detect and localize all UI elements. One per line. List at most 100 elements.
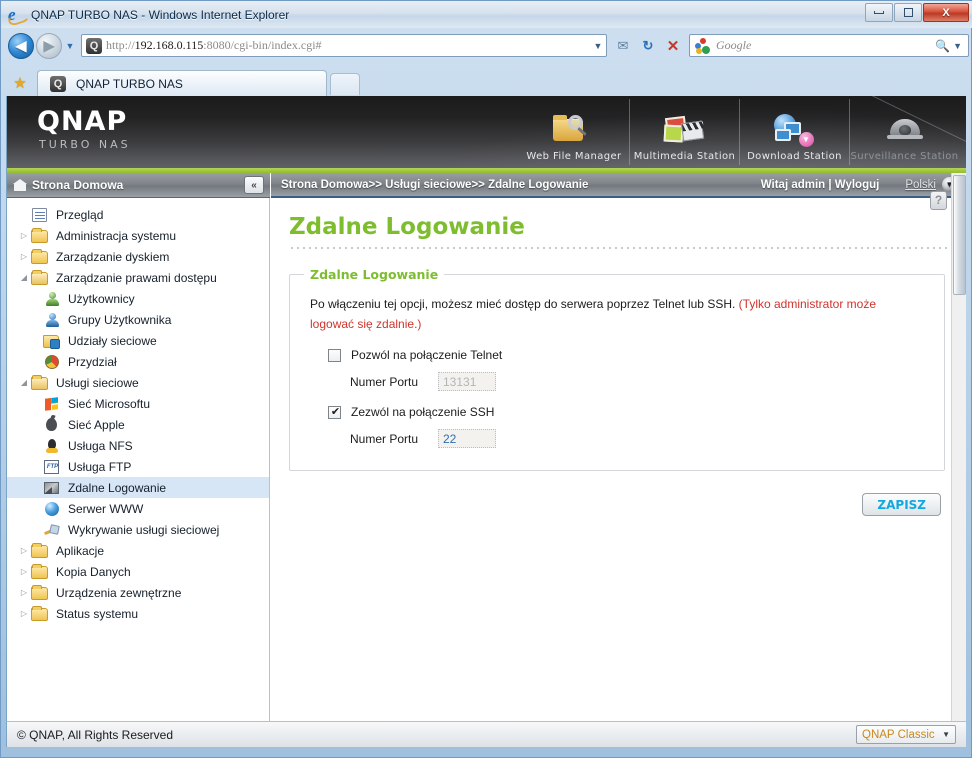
sidebar-item-udzialy-sieciowe[interactable]: Udziały sieciowe [7, 330, 269, 351]
chevron-right-icon[interactable]: ▷ [17, 231, 31, 240]
history-dropdown-button[interactable]: ▼ [62, 33, 78, 59]
ssh-checkbox[interactable] [328, 405, 342, 419]
sidebar-item-zarzadzanie-dyskiem[interactable]: ▷ Zarządzanie dyskiem [7, 246, 269, 267]
sidebar-item-status-systemu[interactable]: ▷ Status systemu [7, 603, 269, 624]
app-surveillance-station[interactable]: Surveillance Station [849, 99, 959, 165]
breadcrumb[interactable]: Strona Domowa>> Usługi sieciowe>> Zdalne… [281, 179, 761, 191]
tab-strip: ★ QNAP TURBO NAS [1, 63, 972, 96]
ssh-port-label: Numer Portu [350, 431, 419, 446]
sidebar-item-urzadzenia-zewnetrzne[interactable]: ▷ Urządzenia zewnętrzne [7, 582, 269, 603]
sidebar-item-zarzadzanie-prawami-dostepu[interactable]: ◢ Zarządzanie prawami dostępu [7, 267, 269, 288]
chevron-right-icon[interactable]: ▷ [17, 609, 31, 618]
sidebar-item-uslugi-sieciowe[interactable]: ◢ Usługi sieciowe [7, 372, 269, 393]
sidebar-header-label: Strona Domowa [32, 178, 124, 192]
surveillance-station-icon [882, 109, 928, 149]
help-button[interactable]: ? [930, 191, 947, 210]
telnet-checkbox-row[interactable]: Pozwól na połączenie Telnet [328, 348, 930, 362]
download-station-icon [772, 109, 818, 149]
ftp-icon [43, 459, 63, 475]
sidebar-item-aplikacje[interactable]: ▷ Aplikacje [7, 540, 269, 561]
window-title: QNAP TURBO NAS - Windows Internet Explor… [31, 7, 290, 22]
favorites-star-icon[interactable]: ★ [5, 70, 35, 95]
folder-icon [31, 248, 51, 265]
telnet-port-input[interactable]: 13131 [438, 372, 496, 391]
sidebar-item-kopia-danych[interactable]: ▷ Kopia Danych [7, 561, 269, 582]
sidebar-item-przeglad[interactable]: Przegląd [7, 204, 269, 225]
sidebar-item-label: Przydział [68, 354, 117, 369]
minimize-button[interactable] [865, 3, 893, 22]
qnap-banner: QNAP TURBO NAS Web File Manager Multimed… [7, 96, 966, 168]
app-multimedia-station[interactable]: Multimedia Station [629, 99, 739, 165]
ssh-checkbox-label: Zezwól na połączenie SSH [351, 405, 495, 419]
chevron-right-icon[interactable]: ▷ [17, 567, 31, 576]
sidebar-item-grupy-uzytkownika[interactable]: Grupy Użytkownika [7, 309, 269, 330]
sidebar-item-siec-apple[interactable]: Sieć Apple [7, 414, 269, 435]
chevron-down-icon[interactable]: ◢ [17, 273, 31, 282]
ssh-checkbox-row[interactable]: Zezwól na połączenie SSH [328, 405, 930, 419]
page-scrollbar[interactable] [951, 173, 966, 721]
address-bar[interactable]: http://192.168.0.115:8080/cgi-bin/index.… [81, 34, 607, 57]
telnet-port-label: Numer Portu [350, 374, 419, 389]
sidebar-collapse-button[interactable]: « [244, 176, 264, 194]
sidebar-item-label: Udziały sieciowe [68, 333, 157, 348]
remote-login-fieldset: Zdalne Logowanie Po włączeniu tej opcji,… [289, 267, 945, 471]
app-label: Download Station [747, 151, 842, 162]
stop-icon[interactable]: ✕ [661, 34, 685, 57]
sidebar-item-usluga-ftp[interactable]: Usługa FTP [7, 456, 269, 477]
app-download-station[interactable]: Download Station [739, 99, 849, 165]
chevron-down-icon[interactable]: ▼ [590, 41, 606, 51]
new-tab-button[interactable] [330, 73, 360, 95]
telnet-checkbox[interactable] [328, 348, 341, 362]
sidebar-item-label: Aplikacje [56, 543, 105, 558]
chevron-right-icon[interactable]: ▷ [17, 252, 31, 261]
sidebar-item-zdalne-logowanie[interactable]: Zdalne Logowanie [7, 477, 269, 498]
welcome-logout[interactable]: Witaj admin | Wyloguj [761, 179, 880, 191]
scrollbar-thumb[interactable] [953, 175, 966, 295]
folder-icon [31, 227, 51, 244]
window-controls: X [865, 3, 969, 22]
tab-label: QNAP TURBO NAS [76, 76, 183, 91]
refresh-icon[interactable]: ↻ [636, 34, 660, 57]
telnet-port-row: Numer Portu 13131 [350, 372, 930, 391]
sidebar-item-label: Zarządzanie prawami dostępu [56, 270, 217, 285]
theme-selector[interactable]: QNAP Classic ▼ [856, 725, 956, 744]
tab-favicon [50, 75, 66, 92]
feeds-icon[interactable]: ✉ [611, 34, 635, 57]
user-group-icon [43, 312, 63, 328]
tab-qnap-turbo-nas[interactable]: QNAP TURBO NAS [37, 70, 327, 96]
web-server-icon [43, 501, 63, 517]
description-text: Po włączeniu tej opcji, możesz mieć dost… [310, 294, 910, 334]
sidebar-item-serwer-www[interactable]: Serwer WWW [7, 498, 269, 519]
chevron-right-icon[interactable]: ▷ [17, 546, 31, 555]
sidebar-item-uzytkownicy[interactable]: Użytkownicy [7, 288, 269, 309]
chevron-right-icon[interactable]: ▷ [17, 588, 31, 597]
chevron-down-icon[interactable]: ◢ [17, 378, 31, 387]
folder-icon [31, 584, 51, 601]
back-arrow-icon: ◀ [15, 37, 27, 54]
sidebar-item-administracja-systemu[interactable]: ▷ Administracja systemu [7, 225, 269, 246]
ssh-port-input[interactable]: 22 [438, 429, 496, 448]
forward-button[interactable]: ▶ [36, 32, 62, 59]
save-button[interactable]: ZAPISZ [862, 493, 941, 516]
browser-window: QNAP TURBO NAS - Windows Internet Explor… [0, 0, 972, 758]
sidebar-item-label: Usługa NFS [68, 438, 133, 453]
search-provider-caret-icon[interactable]: ▼ [953, 41, 962, 51]
sidebar-item-przydzial[interactable]: Przydział [7, 351, 269, 372]
sidebar-item-usluga-nfs[interactable]: Usługa NFS [7, 435, 269, 456]
close-button[interactable]: X [923, 3, 969, 22]
maximize-button[interactable] [894, 3, 922, 22]
back-button[interactable]: ◀ [8, 32, 34, 59]
sidebar-item-label: Serwer WWW [68, 501, 144, 516]
search-box[interactable]: Google 🔍 ▼ [689, 34, 969, 57]
search-input[interactable]: Google [716, 38, 935, 53]
language-selector[interactable]: Polski [905, 179, 936, 191]
overview-icon [31, 207, 51, 223]
address-input[interactable]: http://192.168.0.115:8080/cgi-bin/index.… [106, 38, 590, 53]
sidebar-item-label: Usługa FTP [68, 459, 132, 474]
sidebar-item-siec-microsoftu[interactable]: Sieć Microsoftu [7, 393, 269, 414]
sidebar-item-wykrywanie-uslugi-sieciowej[interactable]: Wykrywanie usługi sieciowej [7, 519, 269, 540]
sidebar-item-label: Administracja systemu [56, 228, 177, 243]
search-icon[interactable]: 🔍 [935, 39, 950, 53]
breadcrumb-bar: Strona Domowa>> Usługi sieciowe>> Zdalne… [271, 173, 966, 198]
app-web-file-manager[interactable]: Web File Manager [519, 99, 629, 165]
